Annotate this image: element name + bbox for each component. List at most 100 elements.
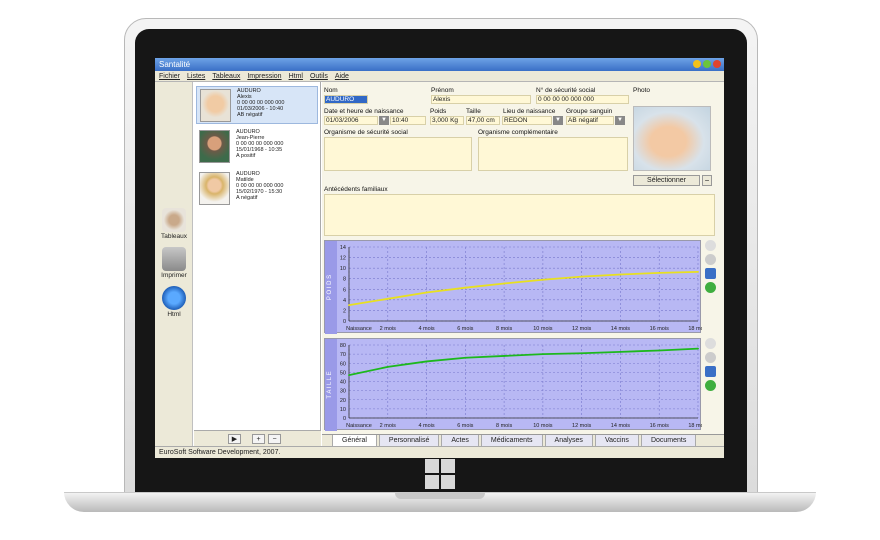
close-icon[interactable] xyxy=(713,60,721,68)
tool-html[interactable]: Html xyxy=(156,284,192,322)
poids-chart-tools xyxy=(705,240,719,296)
groupe-field[interactable]: AB négatif xyxy=(566,116,614,125)
poids-chart: P O I D S 0 2 4 6 8 10 12 14 Naissance 2 mois 4 moi… xyxy=(324,240,702,334)
x-tick-label: 6 mois xyxy=(457,326,473,332)
nom-label: Nom xyxy=(324,87,338,94)
x-tick-label: 12 mois xyxy=(572,326,592,332)
org-comp-field[interactable] xyxy=(478,137,628,171)
data-point xyxy=(503,282,506,285)
minimize-icon[interactable] xyxy=(693,60,701,68)
select-photo-button[interactable]: Sélectionner xyxy=(633,175,700,186)
secu-field[interactable]: 0 00 00 00 000 000 xyxy=(536,95,629,104)
taille-chart-svg: T A I L L E 0 10 20 30 40 50 60 70 80 Naissance 2 m… xyxy=(325,339,702,431)
x-tick-label: 8 mois xyxy=(496,423,512,429)
patient-item[interactable]: AUDURO Matilde 0 00 00 00 000 000 15/02/… xyxy=(196,170,318,208)
x-tick-label: 18 mois xyxy=(688,326,702,332)
play-icon[interactable]: ▶ xyxy=(228,434,241,444)
lieu-label: Lieu de naissance xyxy=(503,108,556,115)
org-comp-label: Organisme complémentaire xyxy=(478,129,558,136)
windows-logo-icon xyxy=(425,459,455,489)
x-tick-label: 10 mois xyxy=(533,326,553,332)
menu-aide[interactable]: Aide xyxy=(335,71,349,81)
data-point xyxy=(425,360,428,363)
menu-listes[interactable]: Listes xyxy=(187,71,205,81)
menu-outils[interactable]: Outils xyxy=(310,71,328,81)
x-tick-label: 2 mois xyxy=(380,423,396,429)
heure-field[interactable]: 10:40 xyxy=(390,116,426,125)
y-tick-label: 70 xyxy=(340,352,346,358)
remove-icon[interactable]: − xyxy=(268,434,281,444)
photo-label: Photo xyxy=(633,87,650,94)
print-icon[interactable] xyxy=(705,352,716,363)
title-bar: Santalité xyxy=(155,58,724,71)
data-point xyxy=(658,349,661,352)
refresh-icon[interactable] xyxy=(705,380,716,391)
antecedents-field[interactable] xyxy=(324,194,715,236)
date-label: Date et heure de naissance xyxy=(324,108,404,115)
add-icon[interactable] xyxy=(705,338,716,349)
app-window: Santalité Fichier Listes Tableaux Impres… xyxy=(155,58,724,458)
patient-blood: A positif xyxy=(236,153,256,159)
patient-photo xyxy=(200,89,231,122)
data-point xyxy=(580,275,583,278)
patient-item[interactable]: AUDURO Alexis 0 00 00 00 000 000 01/03/2… xyxy=(196,86,318,124)
x-tick-label: 18 mois xyxy=(688,423,702,429)
data-point xyxy=(697,270,699,273)
add-icon[interactable] xyxy=(705,240,716,251)
x-tick-label: 2 mois xyxy=(380,326,396,332)
taille-field[interactable]: 47,00 cm xyxy=(466,116,500,125)
y-tick-label: 60 xyxy=(340,361,346,367)
data-point xyxy=(348,374,350,377)
y-tick-label: 12 xyxy=(340,256,346,262)
date-dropdown-icon[interactable]: ▼ xyxy=(379,116,389,125)
taille-chart: T A I L L E 0 10 20 30 40 50 60 70 80 Naissance 2 m… xyxy=(324,338,702,431)
chart-side-label: T A I L L E xyxy=(327,371,333,398)
y-tick-label: 0 xyxy=(343,319,346,325)
y-tick-label: 80 xyxy=(340,343,346,349)
groupe-dropdown-icon[interactable]: ▼ xyxy=(615,116,625,125)
y-tick-label: 8 xyxy=(343,277,346,283)
y-tick-label: 50 xyxy=(340,370,346,376)
patient-blood: AB négatif xyxy=(237,112,263,118)
lieu-field[interactable]: REDON xyxy=(502,116,552,125)
secu-label: N° de sécurité social xyxy=(536,87,596,94)
app-title: Santalité xyxy=(159,60,191,69)
patient-form: Nom AUDURO Prénom Alexis N° de sécurité … xyxy=(322,82,724,446)
maximize-icon[interactable] xyxy=(703,60,711,68)
refresh-icon[interactable] xyxy=(705,282,716,293)
menu-bar: Fichier Listes Tableaux Impression Html … xyxy=(155,71,724,82)
data-point xyxy=(386,297,389,300)
menu-fichier[interactable]: Fichier xyxy=(159,71,180,81)
y-tick-label: 4 xyxy=(343,298,346,304)
patient-photo xyxy=(199,172,230,205)
save-icon[interactable] xyxy=(705,366,716,377)
lieu-dropdown-icon[interactable]: ▼ xyxy=(553,116,563,125)
laptop-notch xyxy=(395,493,485,499)
y-tick-label: 6 xyxy=(343,287,346,293)
tool-tableaux[interactable]: Tableaux xyxy=(156,206,192,244)
tool-sidebar: Tableaux Imprimer Html xyxy=(155,82,193,446)
data-point xyxy=(386,366,389,368)
globe-icon xyxy=(162,286,186,310)
patient-item[interactable]: AUDURO Jean-Pierre 0 00 00 00 000 000 15… xyxy=(196,128,318,166)
prenom-label: Prénom xyxy=(431,87,454,94)
menu-tableaux[interactable]: Tableaux xyxy=(212,71,240,81)
org-secu-field[interactable] xyxy=(324,137,472,171)
add-icon[interactable]: + xyxy=(252,434,265,444)
remove-photo-button[interactable]: − xyxy=(702,175,712,186)
x-tick-label: 4 mois xyxy=(418,326,434,332)
menu-html[interactable]: Html xyxy=(289,71,303,81)
date-field[interactable]: 01/03/2006 xyxy=(324,116,378,125)
print-icon[interactable] xyxy=(705,254,716,265)
menu-impression[interactable]: Impression xyxy=(247,71,281,81)
org-secu-label: Organisme de sécurité social xyxy=(324,129,408,136)
tool-imprimer[interactable]: Imprimer xyxy=(156,245,192,283)
nom-field[interactable]: AUDURO xyxy=(324,95,368,104)
prenom-field[interactable]: Alexis xyxy=(431,95,531,104)
tool-label: Html xyxy=(167,311,181,318)
status-bar: EuroSoft Software Development, 2007. xyxy=(155,446,724,458)
poids-field[interactable]: 3,000 Kg xyxy=(430,116,464,125)
save-icon[interactable] xyxy=(705,268,716,279)
tab-bar: Général Personnalisé Actes Médicaments A… xyxy=(322,434,724,447)
patient-blood: A négatif xyxy=(236,195,258,201)
